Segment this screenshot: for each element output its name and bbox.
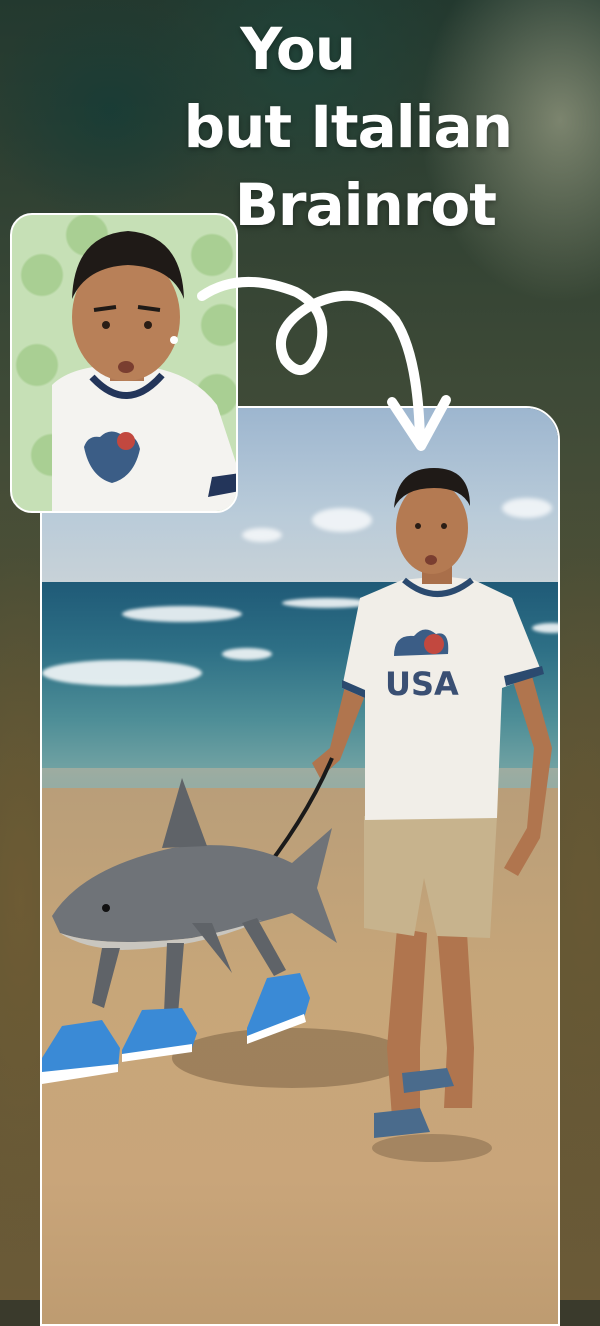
headline-line-2: but Italian — [183, 93, 513, 161]
result-image: USA — [40, 406, 560, 1326]
beach-scene: USA — [42, 468, 552, 1162]
shark-shadow — [172, 1028, 412, 1088]
shirt-print: USA — [385, 665, 459, 703]
man-shadow — [372, 1134, 492, 1162]
selfie-person — [52, 231, 236, 511]
headline: You but Italian Brainrot — [183, 10, 513, 244]
selfie-photo — [10, 213, 238, 513]
headline-line-1: You — [240, 15, 356, 83]
